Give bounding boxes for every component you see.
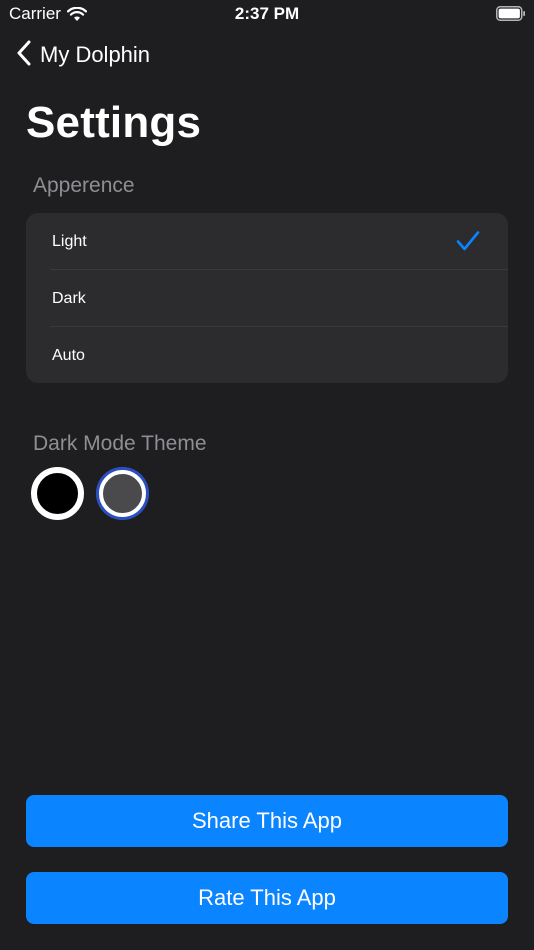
appearance-header: Apperence xyxy=(33,174,135,197)
option-label: Dark xyxy=(52,289,86,307)
settings-screen: Carrier 2:37 PM My Dolphin Settings Appe… xyxy=(0,0,534,950)
chevron-left-icon xyxy=(16,40,32,71)
theme-swatch-black[interactable] xyxy=(31,467,84,520)
share-app-label: Share This App xyxy=(191,808,343,833)
back-button[interactable]: My Dolphin xyxy=(16,40,150,70)
share-app-button[interactable]: Share This App xyxy=(26,795,508,847)
status-bar: Carrier 2:37 PM xyxy=(0,0,534,30)
option-label: Auto xyxy=(52,346,85,364)
checkmark-icon xyxy=(456,230,480,257)
page-title: Settings xyxy=(26,98,202,147)
option-auto[interactable]: Auto xyxy=(26,327,508,383)
battery-icon xyxy=(496,6,526,26)
option-label: Light xyxy=(52,232,87,250)
theme-swatch-gray[interactable] xyxy=(96,467,149,520)
rate-app-button[interactable]: Rate This App xyxy=(26,872,508,924)
selection-ring xyxy=(99,470,146,517)
dark-mode-theme-header: Dark Mode Theme xyxy=(33,432,207,455)
status-time: 2:37 PM xyxy=(234,4,300,23)
option-light[interactable]: Light xyxy=(26,213,508,270)
rate-app-label: Rate This App xyxy=(198,885,336,910)
back-label: My Dolphin xyxy=(40,42,151,67)
appearance-options: Light Dark Auto xyxy=(26,213,508,383)
option-dark[interactable]: Dark xyxy=(26,270,508,327)
